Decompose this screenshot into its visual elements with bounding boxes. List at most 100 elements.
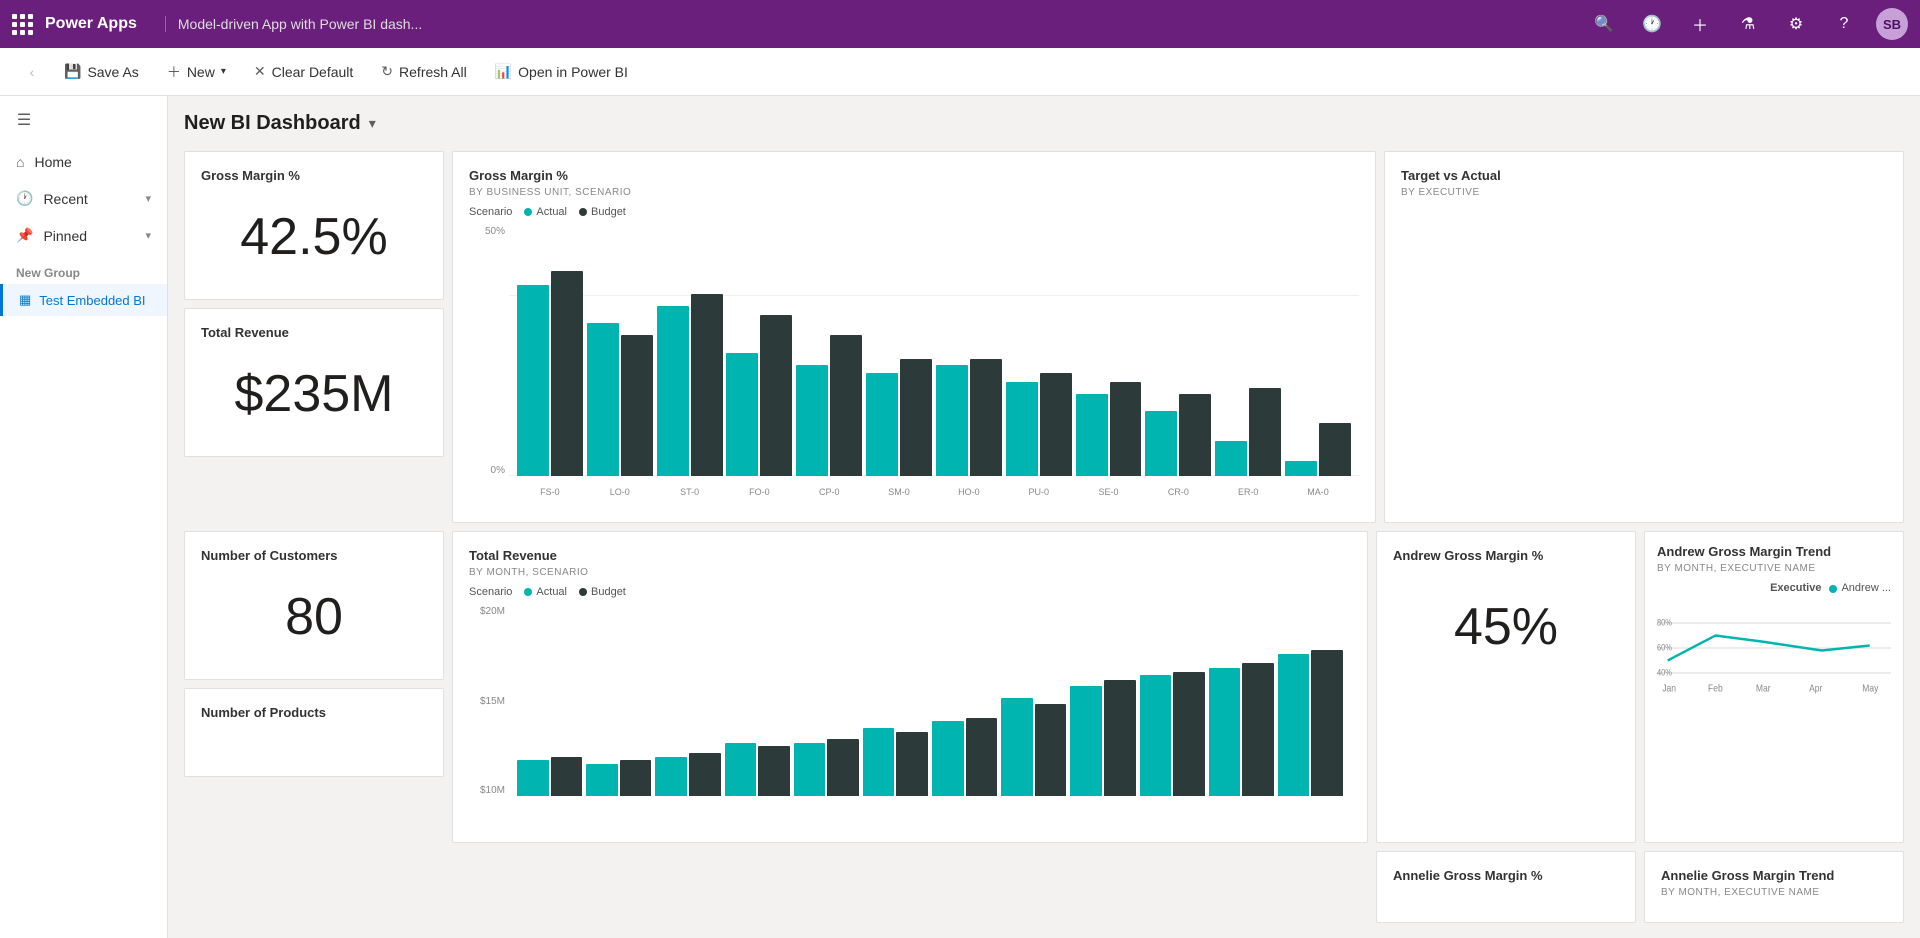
help-icon[interactable]: ? (1828, 8, 1860, 40)
settings-icon[interactable]: ⚙ (1780, 8, 1812, 40)
clear-icon: ✕ (254, 63, 266, 80)
waffle-icon[interactable] (12, 14, 33, 35)
rev-bar-group-5 (863, 728, 928, 796)
bar-budget-3 (760, 315, 792, 476)
andrew-legend-label: Andrew ... (1841, 582, 1891, 594)
page-title-dropdown-icon[interactable]: ▾ (369, 115, 376, 132)
recent-icon[interactable]: 🕐 (1636, 8, 1668, 40)
rev-bar-budget-4 (827, 739, 859, 796)
rev-bar-actual-9 (1140, 675, 1172, 796)
powerbi-icon: 📊 (495, 63, 512, 80)
rev-bar-group-0 (517, 757, 582, 796)
andrew-trend-card: Andrew Gross Margin Trend BY MONTH, EXEC… (1644, 531, 1904, 843)
save-as-button[interactable]: 💾 Save As (52, 57, 151, 86)
annelie-trend-subtitle: BY MONTH, EXECUTIVE NAME (1661, 887, 1887, 898)
gross-margin-chart-title: Gross Margin % (469, 168, 1359, 183)
left-column-stack: Gross Margin % 42.5% Total Revenue $235M (184, 151, 444, 523)
bar-budget-11 (1319, 423, 1351, 476)
rev-bar-group-10 (1209, 663, 1274, 796)
target-actual-subtitle: BY EXECUTIVE (1401, 187, 1887, 198)
home-label: Home (34, 154, 71, 170)
refresh-all-button[interactable]: ↻ Refresh All (369, 57, 478, 86)
x-label-9: CR-0 (1145, 487, 1211, 497)
total-revenue-chart-title: Total Revenue (469, 548, 1351, 563)
rev-bar-group-11 (1278, 650, 1343, 796)
filter-icon[interactable]: ⚗ (1732, 8, 1764, 40)
products-value (201, 724, 427, 760)
rev-bar-budget-10 (1242, 663, 1274, 796)
sidebar: ☰ ⌂ Home 🕐 Recent ▾ 📌 Pinned ▾ New Group… (0, 96, 168, 938)
rev-bar-budget-0 (551, 757, 583, 796)
annelie-gm-title: Annelie Gross Margin % (1393, 868, 1619, 883)
bar-budget-4 (830, 335, 862, 476)
bar-budget-0 (551, 271, 583, 476)
x-label-11: MA-0 (1285, 487, 1351, 497)
svg-text:Jan: Jan (1662, 683, 1676, 694)
revenue-chart-legend: Scenario Actual Budget (469, 586, 1351, 598)
revenue-bar-groups (509, 616, 1351, 796)
x-label-7: PU-0 (1006, 487, 1072, 497)
bar-actual-9 (1145, 411, 1177, 476)
svg-text:40%: 40% (1657, 668, 1672, 678)
chevron-pinned-icon: ▾ (145, 229, 151, 242)
gross-margin-title: Gross Margin % (201, 168, 427, 183)
bar-budget-10 (1249, 388, 1281, 476)
dashboard-icon: ▦ (19, 292, 31, 308)
rev-bar-group-6 (932, 718, 997, 796)
svg-text:May: May (1862, 683, 1878, 694)
save-icon: 💾 (64, 63, 81, 80)
revenue-y-axis: $20M $15M $10M (469, 606, 509, 796)
clear-default-button[interactable]: ✕ Clear Default (242, 57, 365, 86)
andrew-trend-title: Andrew Gross Margin Trend (1657, 544, 1891, 559)
customers-title: Number of Customers (201, 548, 427, 563)
legend-budget-2: Budget (579, 586, 626, 598)
rev-bar-group-8 (1070, 680, 1135, 796)
andrew-trend-subtitle: BY MONTH, EXECUTIVE NAME (1657, 563, 1891, 574)
executive-label: Executive (1770, 582, 1821, 594)
rev-bar-group-1 (586, 760, 651, 796)
nav-item-label: Test Embedded BI (39, 293, 145, 308)
hamburger-button[interactable]: ☰ (0, 96, 48, 144)
rev-bar-actual-3 (725, 743, 757, 796)
page-title-bar: New BI Dashboard ▾ (184, 112, 1904, 135)
rev-bar-budget-5 (896, 732, 928, 796)
sidebar-item-pinned[interactable]: 📌 Pinned ▾ (0, 217, 167, 254)
bar-group-2 (657, 294, 723, 476)
rev-bar-actual-8 (1070, 686, 1102, 796)
search-icon[interactable]: 🔍 (1588, 8, 1620, 40)
rev-bar-actual-5 (863, 728, 895, 796)
x-label-2: ST-0 (657, 487, 723, 497)
top-navigation: Power Apps Model-driven App with Power B… (0, 0, 1920, 48)
new-button[interactable]: ＋ New ▾ (155, 56, 238, 88)
x-label-8: SE-0 (1076, 487, 1142, 497)
rev-bar-actual-6 (932, 721, 964, 796)
sidebar-item-test-embedded[interactable]: ▦ Test Embedded BI (0, 284, 167, 316)
rev-bar-budget-1 (620, 760, 652, 796)
sidebar-item-home[interactable]: ⌂ Home (0, 144, 167, 180)
revenue-bar-chart: $20M $15M $10M (469, 606, 1351, 826)
back-button[interactable]: ‹ (16, 56, 48, 88)
rev-bar-group-9 (1140, 672, 1205, 796)
rev-bar-actual-0 (517, 760, 549, 796)
bar-group-9 (1145, 394, 1211, 476)
rev-bar-group-7 (1001, 698, 1066, 796)
total-revenue-card: Total Revenue $235M (184, 308, 444, 457)
page-title: New BI Dashboard (184, 112, 361, 135)
dashboard-row-3: Annelie Gross Margin % Annelie Gross Mar… (184, 851, 1904, 923)
rev-bar-budget-6 (966, 718, 998, 796)
sidebar-item-recent[interactable]: 🕐 Recent ▾ (0, 180, 167, 217)
avatar[interactable]: SB (1876, 8, 1908, 40)
scenario-label: Scenario (469, 206, 512, 218)
x-label-4: CP-0 (796, 487, 862, 497)
andrew-trend-legend: Executive Andrew ... (1657, 582, 1891, 594)
add-icon[interactable]: ＋ (1684, 8, 1716, 40)
bar-actual-4 (796, 365, 828, 476)
recent-sidebar-icon: 🕐 (16, 190, 33, 207)
bar-budget-8 (1110, 382, 1142, 476)
rev-bar-group-3 (725, 743, 790, 796)
open-in-powerbi-button[interactable]: 📊 Open in Power BI (483, 57, 640, 86)
target-actual-title: Target vs Actual (1401, 168, 1887, 183)
dashboard-row-2: Number of Customers 80 Number of Product… (184, 531, 1904, 843)
pinned-label: Pinned (43, 228, 87, 244)
total-revenue-chart-card: Total Revenue BY MONTH, SCENARIO Scenari… (452, 531, 1368, 843)
